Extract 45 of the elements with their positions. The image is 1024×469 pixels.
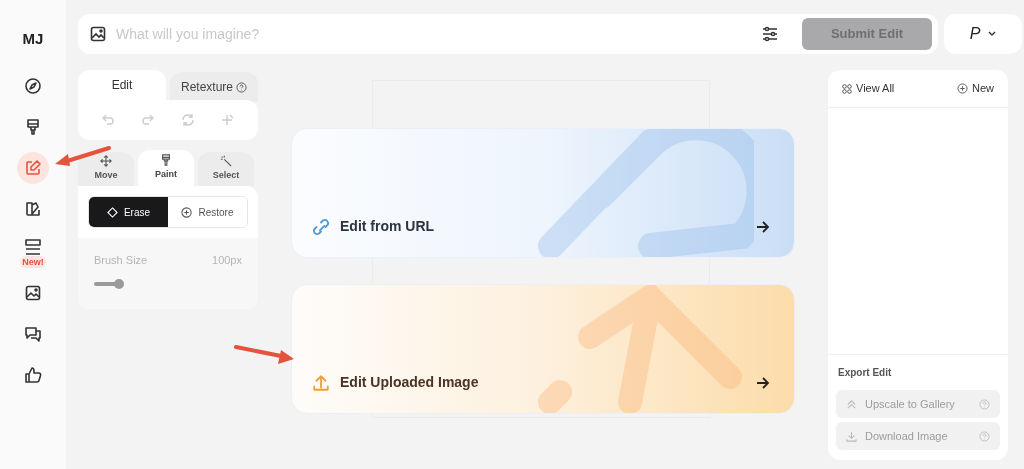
compass-icon bbox=[24, 76, 42, 95]
tool-tab[interactable]: Paint bbox=[138, 150, 194, 186]
card-title: Edit Uploaded Image bbox=[340, 373, 479, 392]
chevron-down-icon bbox=[988, 31, 997, 37]
brush-icon bbox=[24, 117, 42, 136]
eraser-icon bbox=[106, 206, 118, 218]
plus-circle-icon bbox=[957, 83, 968, 94]
thumbs-up-icon bbox=[24, 365, 42, 384]
new-badge: New! bbox=[20, 255, 46, 268]
brush-size-label: Brush Size bbox=[94, 253, 148, 268]
source-card[interactable]: Edit from URL bbox=[291, 128, 795, 258]
help-icon bbox=[979, 430, 990, 442]
brush-size-value: 100px bbox=[212, 253, 242, 268]
download-icon bbox=[846, 430, 857, 442]
brush-icon bbox=[160, 154, 172, 167]
help-icon bbox=[979, 398, 990, 410]
arrow-right-icon bbox=[756, 377, 770, 389]
mode-tab[interactable]: Retexture bbox=[170, 72, 258, 102]
profile-dropdown[interactable]: P bbox=[944, 14, 1022, 54]
sliders-icon[interactable] bbox=[762, 26, 778, 42]
chat-icon bbox=[24, 324, 42, 343]
grid-icon bbox=[842, 83, 852, 94]
tool-tab[interactable]: Move bbox=[78, 152, 134, 186]
chevrons-up-icon bbox=[846, 398, 857, 410]
new-button[interactable]: New bbox=[957, 80, 994, 97]
brush-mode-button[interactable]: Erase bbox=[89, 197, 168, 227]
source-card[interactable]: Edit Uploaded Image bbox=[291, 284, 795, 414]
link-icon bbox=[312, 217, 330, 236]
image-icon[interactable] bbox=[90, 26, 106, 42]
tool-tab[interactable]: Select bbox=[198, 152, 254, 186]
mode-tab[interactable]: Edit bbox=[78, 70, 166, 100]
card-title: Edit from URL bbox=[340, 217, 435, 236]
help-icon bbox=[236, 81, 247, 93]
export-title: Export Edit bbox=[837, 366, 893, 380]
palette-icon bbox=[24, 199, 42, 218]
layout-icon bbox=[24, 237, 42, 256]
logo: MJ bbox=[22, 29, 44, 49]
upload-icon bbox=[312, 373, 330, 392]
magic-wand-icon bbox=[220, 155, 232, 168]
edit-icon bbox=[24, 158, 42, 177]
move-icon bbox=[100, 155, 112, 168]
arrow-right-icon bbox=[756, 221, 770, 233]
view-all-button[interactable]: View All bbox=[842, 80, 895, 97]
plus-circle-icon bbox=[181, 206, 193, 218]
image-icon bbox=[24, 283, 42, 302]
